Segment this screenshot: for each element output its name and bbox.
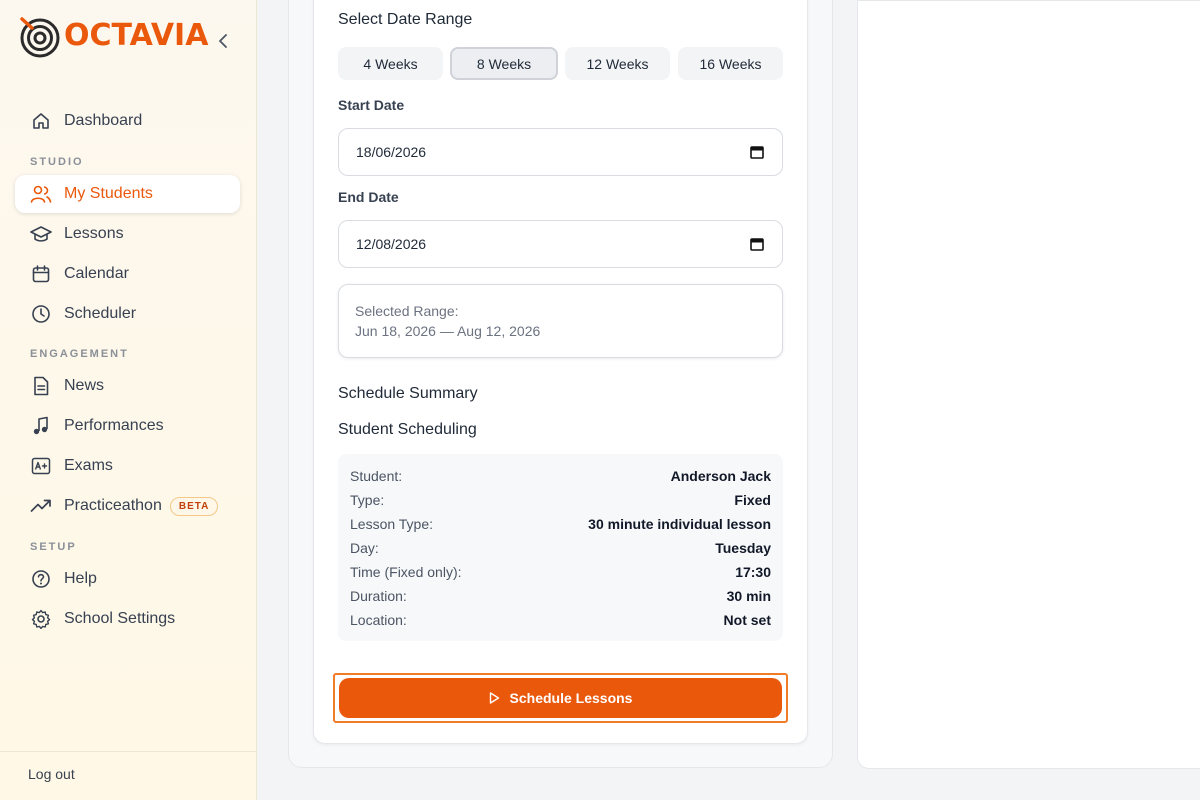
sidebar-item-label: Exams <box>64 457 113 474</box>
calendar-picker-icon[interactable] <box>750 237 764 251</box>
schedule-lessons-label: Schedule Lessons <box>509 690 633 706</box>
calendar-picker-icon[interactable] <box>750 145 764 159</box>
date-range-title: Select Date Range <box>338 11 473 28</box>
sidebar: OCTAVIA Dashboard STUDIO My Students Les… <box>0 0 257 800</box>
summary-value: 17:30 <box>735 564 771 580</box>
section-label-setup: SETUP <box>30 541 77 553</box>
summary-value: 30 minute individual lesson <box>588 516 771 532</box>
summary-value: 30 min <box>726 588 771 604</box>
range-option-8-weeks[interactable]: 8 Weeks <box>450 47 558 80</box>
start-date-label: Start Date <box>338 97 405 113</box>
document-icon <box>30 375 52 397</box>
right-panel <box>857 0 1200 769</box>
summary-key: Location: <box>350 612 407 628</box>
summary-row-time: Time (Fixed only): 17:30 <box>350 560 771 584</box>
sidebar-item-school-settings[interactable]: School Settings <box>15 600 240 638</box>
summary-row-student: Student: Anderson Jack <box>350 464 771 488</box>
home-icon <box>30 110 52 132</box>
end-date-field[interactable]: 12/08/2026 <box>338 220 783 268</box>
sidebar-item-label: School Settings <box>64 610 176 627</box>
sidebar-item-label: Performances <box>64 417 164 434</box>
section-label-engagement: ENGAGEMENT <box>30 348 129 360</box>
summary-key: Student: <box>350 468 403 484</box>
end-date-label: End Date <box>338 189 399 205</box>
play-icon <box>489 692 499 704</box>
sidebar-item-news[interactable]: News <box>15 367 240 405</box>
summary-row-location: Location: Not set <box>350 608 771 632</box>
sidebar-divider <box>0 751 257 752</box>
summary-key: Day: <box>350 540 379 556</box>
selected-range-value: Jun 18, 2026 — Aug 12, 2026 <box>355 323 541 339</box>
sidebar-item-label: Help <box>64 570 97 587</box>
summary-box: Student: Anderson Jack Type: Fixed Lesso… <box>338 454 783 641</box>
app-logo[interactable]: OCTAVIA <box>18 14 208 58</box>
summary-row-duration: Duration: 30 min <box>350 584 771 608</box>
trending-up-icon <box>30 495 52 517</box>
help-circle-icon <box>30 568 52 590</box>
clock-icon <box>30 303 52 325</box>
sidebar-item-label: Dashboard <box>64 112 143 129</box>
chevron-left-icon <box>219 34 227 48</box>
music-note-icon <box>30 415 52 437</box>
schedule-summary-title: Schedule Summary <box>338 385 478 402</box>
sidebar-item-label: My Students <box>64 185 153 202</box>
student-scheduling-title: Student Scheduling <box>338 421 477 438</box>
sidebar-item-calendar[interactable]: Calendar <box>15 255 240 293</box>
range-option-4-weeks[interactable]: 4 Weeks <box>338 47 443 80</box>
collapse-sidebar-button[interactable] <box>212 30 234 52</box>
users-icon <box>30 183 52 205</box>
app-name: OCTAVIA <box>64 18 209 53</box>
start-date-value: 18/06/2026 <box>356 144 427 160</box>
sidebar-item-label: News <box>64 377 105 394</box>
grade-a-plus-icon <box>30 455 52 477</box>
end-date-value: 12/08/2026 <box>356 236 427 252</box>
beta-badge: BETA <box>169 496 219 516</box>
sidebar-item-my-students[interactable]: My Students <box>15 175 240 213</box>
calendar-icon <box>30 263 52 285</box>
summary-value: Not set <box>723 612 771 628</box>
selected-range-label: Selected Range: <box>355 303 459 319</box>
logout-link[interactable]: Log out <box>28 766 75 782</box>
summary-row-type: Type: Fixed <box>350 488 771 512</box>
graduation-cap-icon <box>30 223 52 245</box>
sidebar-item-practiceathon[interactable]: Practiceathon BETA <box>15 487 240 525</box>
summary-value: Tuesday <box>715 540 771 556</box>
summary-value: Fixed <box>734 492 771 508</box>
schedule-lessons-button[interactable]: Schedule Lessons <box>339 678 782 718</box>
summary-key: Duration: <box>350 588 407 604</box>
summary-value: Anderson Jack <box>670 468 771 484</box>
sidebar-item-label: Lessons <box>64 225 124 242</box>
start-date-field[interactable]: 18/06/2026 <box>338 128 783 176</box>
summary-key: Time (Fixed only): <box>350 564 462 580</box>
sidebar-item-exams[interactable]: Exams <box>15 447 240 485</box>
sidebar-item-performances[interactable]: Performances <box>15 407 240 445</box>
range-option-12-weeks[interactable]: 12 Weeks <box>565 47 670 80</box>
summary-key: Lesson Type: <box>350 516 434 532</box>
summary-row-lesson-type: Lesson Type: 30 minute individual lesson <box>350 512 771 536</box>
sidebar-item-dashboard[interactable]: Dashboard <box>15 102 240 140</box>
sidebar-item-scheduler[interactable]: Scheduler <box>15 295 240 333</box>
sidebar-item-label: Scheduler <box>64 305 137 322</box>
summary-row-day: Day: Tuesday <box>350 536 771 560</box>
sidebar-item-label: Practiceathon <box>64 497 162 514</box>
sidebar-item-lessons[interactable]: Lessons <box>15 215 240 253</box>
sidebar-item-label: Calendar <box>64 265 129 282</box>
summary-key: Type: <box>350 492 385 508</box>
section-label-studio: STUDIO <box>30 156 84 168</box>
range-option-16-weeks[interactable]: 16 Weeks <box>678 47 783 80</box>
gear-icon <box>30 608 52 630</box>
octavia-logo-icon <box>20 17 60 58</box>
sidebar-item-help[interactable]: Help <box>15 560 240 598</box>
selected-range-box: Selected Range: Jun 18, 2026 — Aug 12, 2… <box>338 284 783 358</box>
